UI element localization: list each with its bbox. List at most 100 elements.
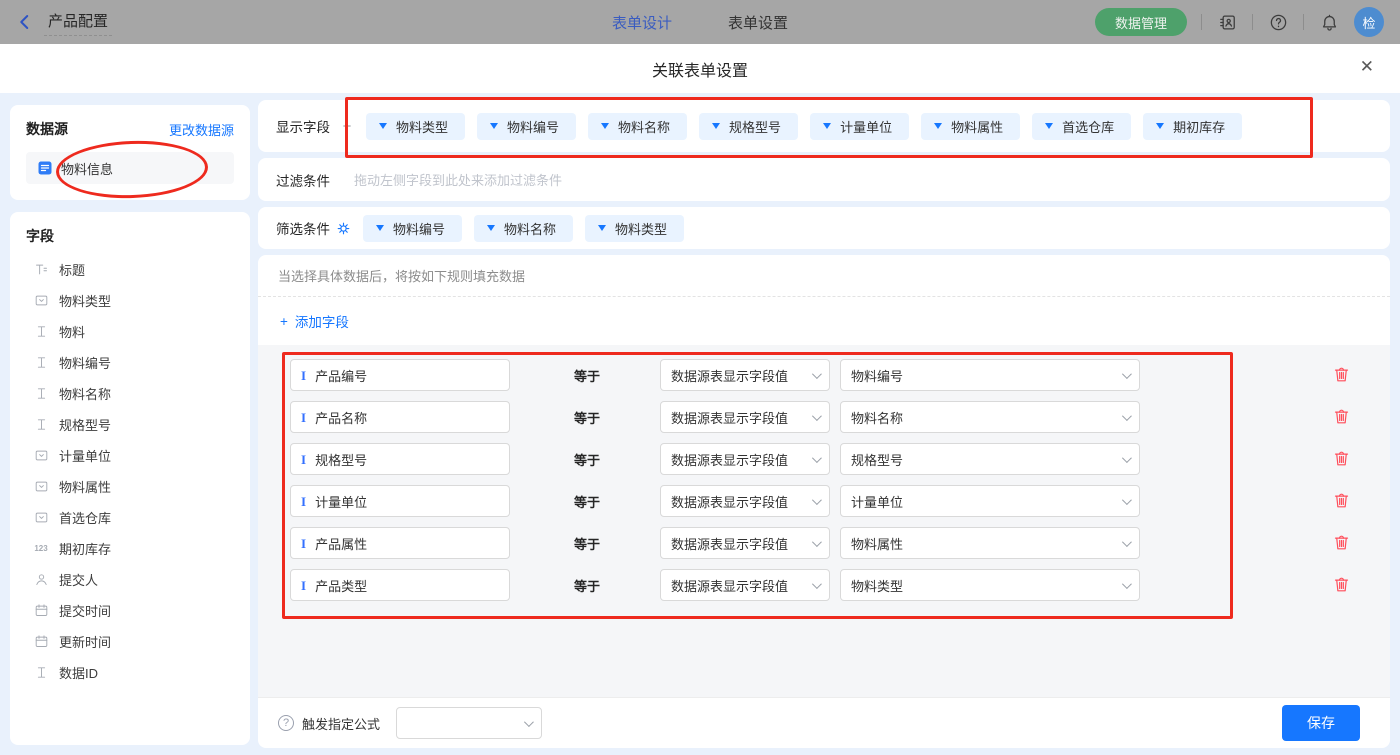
notification-bell-icon[interactable] — [1318, 11, 1340, 33]
select-field-icon — [34, 293, 49, 308]
fields-title: 字段 — [26, 226, 234, 246]
user-avatar[interactable]: 检 — [1354, 7, 1384, 37]
dropdown-triangle-icon — [601, 123, 609, 129]
filter-dropzone-placeholder[interactable]: 拖动左侧字段到此处来添加过滤条件 — [354, 170, 562, 189]
delete-row-button[interactable] — [1332, 449, 1352, 469]
fields-card: 字段 标题 物料类型 物料 物料编号 物料名称 规格型号 计量单位 物料属性 首… — [10, 212, 250, 745]
field-list-item[interactable]: 规格型号 — [26, 409, 234, 440]
field-list-item[interactable]: 数据ID — [26, 657, 234, 688]
source-type-select[interactable]: 数据源表显示字段值 — [660, 485, 830, 517]
tab-form-settings[interactable]: 表单设置 — [728, 12, 788, 33]
trigger-formula-select[interactable] — [396, 707, 542, 739]
field-tag[interactable]: 物料编号 — [477, 113, 576, 140]
delete-row-button[interactable] — [1332, 365, 1352, 385]
text-field-icon — [34, 417, 49, 432]
text-field-icon: I — [301, 495, 306, 508]
delete-row-button[interactable] — [1332, 575, 1352, 595]
sidebar: 数据源 更改数据源 物料信息 字段 标题 物料类型 物料 物料编号 — [10, 105, 250, 745]
contacts-icon[interactable] — [1216, 11, 1238, 33]
field-tag[interactable]: 首选仓库 — [1032, 113, 1131, 140]
field-tag[interactable]: 物料属性 — [921, 113, 1020, 140]
text-field-icon — [34, 665, 49, 680]
title-field-icon — [33, 262, 49, 278]
user-field-icon — [34, 572, 49, 587]
field-list-item[interactable]: 物料 — [26, 316, 234, 347]
field-list-item[interactable]: 提交时间 — [26, 595, 234, 626]
target-field-input[interactable]: I 规格型号 — [290, 443, 510, 475]
field-tag[interactable]: 物料类型 — [366, 113, 465, 140]
source-type-select[interactable]: 数据源表显示字段值 — [660, 401, 830, 433]
select-field-icon — [34, 510, 49, 525]
chevron-down-icon — [812, 369, 822, 379]
field-list-item[interactable]: 物料编号 — [26, 347, 234, 378]
field-tag[interactable]: 期初库存 — [1143, 113, 1242, 140]
field-list-item[interactable]: 标题 — [26, 254, 234, 285]
dropdown-triangle-icon — [490, 123, 498, 129]
source-type-select[interactable]: 数据源表显示字段值 — [660, 527, 830, 559]
source-field-select[interactable]: 物料类型 — [840, 569, 1140, 601]
help-icon[interactable] — [1267, 11, 1289, 33]
screening-field-tags: 物料编号 物料名称 物料类型 — [363, 215, 684, 242]
field-list-item[interactable]: 123 期初库存 — [26, 533, 234, 564]
field-tag[interactable]: 物料名称 — [588, 113, 687, 140]
number-field-icon: 123 — [33, 541, 49, 557]
datasource-title: 数据源 — [26, 119, 68, 139]
field-tag[interactable]: 物料名称 — [474, 215, 573, 242]
text-field-icon: I — [301, 579, 306, 592]
add-field-button[interactable]: +添加字段 — [280, 311, 349, 331]
chevron-down-icon — [812, 495, 822, 505]
source-field-select[interactable]: 物料属性 — [840, 527, 1140, 559]
delete-row-button[interactable] — [1332, 491, 1352, 511]
dropdown-triangle-icon — [598, 225, 606, 231]
target-field-input[interactable]: I 计量单位 — [290, 485, 510, 517]
help-circle-icon[interactable]: ? — [278, 715, 294, 731]
delete-row-button[interactable] — [1332, 407, 1352, 427]
source-type-select[interactable]: 数据源表显示字段值 — [660, 569, 830, 601]
field-tag[interactable]: 物料类型 — [585, 215, 684, 242]
add-display-field-icon[interactable]: + — [340, 118, 354, 135]
close-icon[interactable]: ✕ — [1360, 58, 1374, 75]
delete-row-button[interactable] — [1332, 533, 1352, 553]
tab-form-design[interactable]: 表单设计 — [612, 12, 672, 33]
date-field-icon — [34, 603, 49, 618]
source-field-select[interactable]: 计量单位 — [840, 485, 1140, 517]
field-list-item[interactable]: 首选仓库 — [26, 502, 234, 533]
chevron-down-icon — [812, 579, 822, 589]
dropdown-triangle-icon — [379, 123, 387, 129]
text-field-icon — [34, 324, 49, 339]
operator-label: 等于 — [574, 408, 604, 427]
source-field-select[interactable]: 物料名称 — [840, 401, 1140, 433]
field-tag[interactable]: 计量单位 — [810, 113, 909, 140]
text-field-icon — [33, 386, 49, 402]
target-field-input[interactable]: I 产品名称 — [290, 401, 510, 433]
target-field-input[interactable]: I 产品编号 — [290, 359, 510, 391]
datasource-selected-item[interactable]: 物料信息 — [26, 152, 234, 184]
field-tag[interactable]: 物料编号 — [363, 215, 462, 242]
source-field-select[interactable]: 规格型号 — [840, 443, 1140, 475]
field-tag[interactable]: 规格型号 — [699, 113, 798, 140]
chevron-down-icon — [1122, 495, 1132, 505]
link-form-settings-dialog: 产品配置 表单设计 表单设置 数据管理 检 关联表单设置 ✕ — [0, 0, 1400, 755]
field-list-item[interactable]: 计量单位 — [26, 440, 234, 471]
back-button[interactable] — [16, 13, 34, 31]
target-field-input[interactable]: I 产品属性 — [290, 527, 510, 559]
source-type-select[interactable]: 数据源表显示字段值 — [660, 359, 830, 391]
field-list-item[interactable]: 更新时间 — [26, 626, 234, 657]
save-button[interactable]: 保存 — [1282, 705, 1360, 741]
field-list-item[interactable]: 物料类型 — [26, 285, 234, 316]
text-field-icon — [33, 665, 49, 681]
source-field-select[interactable]: 物料编号 — [840, 359, 1140, 391]
data-manage-button[interactable]: 数据管理 — [1095, 8, 1187, 36]
mapping-row: I 计量单位 等于 数据源表显示字段值 计量单位 — [290, 485, 1390, 517]
change-datasource-link[interactable]: 更改数据源 — [169, 120, 234, 139]
field-list-item[interactable]: 提交人 — [26, 564, 234, 595]
field-list-item[interactable]: 物料属性 — [26, 471, 234, 502]
gear-icon[interactable] — [336, 221, 351, 236]
display-fields-row: 显示字段 + 物料类型 物料编号 物料名称 规格型号 计量单位 物料属性 首选仓… — [258, 100, 1390, 152]
field-list-item[interactable]: 物料名称 — [26, 378, 234, 409]
target-field-input[interactable]: I 产品类型 — [290, 569, 510, 601]
source-type-select[interactable]: 数据源表显示字段值 — [660, 443, 830, 475]
mapping-row: I 产品属性 等于 数据源表显示字段值 物料属性 — [290, 527, 1390, 559]
screening-label: 筛选条件 — [276, 218, 330, 238]
operator-label: 等于 — [574, 366, 604, 385]
